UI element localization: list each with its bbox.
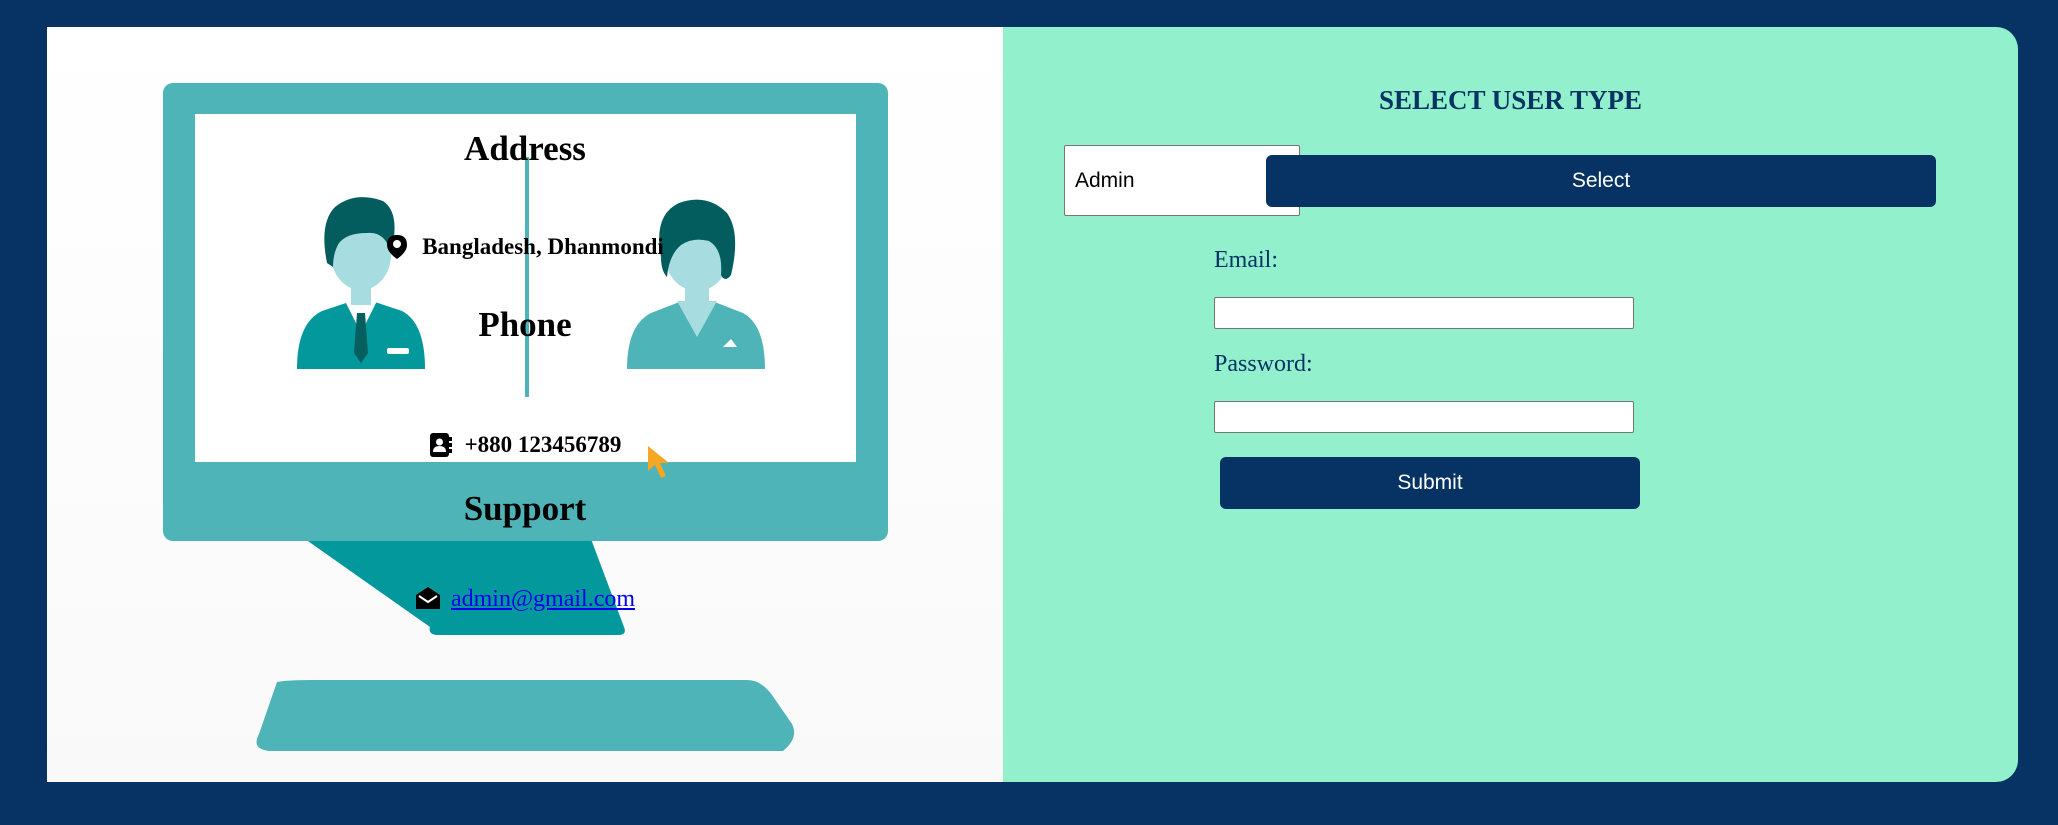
phone-text: +880 123456789 <box>464 432 622 457</box>
submit-button[interactable]: Submit <box>1220 457 1640 509</box>
support-line: admin@gmail.com <box>47 581 1003 617</box>
envelope-open-icon <box>415 586 441 612</box>
select-button[interactable]: Select <box>1266 155 1936 207</box>
address-book-icon <box>429 432 455 458</box>
phone-line: +880 123456789 <box>47 427 1003 463</box>
contact-panel: Address Bangladesh, Dhanmondi Phone +880… <box>47 27 1003 782</box>
man-with-tie-avatar <box>297 197 425 369</box>
screen-divider <box>525 157 529 397</box>
page-frame: Address Bangladesh, Dhanmondi Phone +880… <box>47 27 2018 782</box>
password-field[interactable] <box>1214 401 1634 433</box>
address-line: Bangladesh, Dhanmondi <box>47 229 1003 265</box>
support-email-link[interactable]: admin@gmail.com <box>451 586 635 613</box>
email-field[interactable] <box>1214 297 1634 329</box>
man-with-suit-avatar <box>627 199 765 369</box>
map-pin-icon <box>386 234 412 260</box>
address-heading: Address <box>464 129 586 168</box>
mouse-cursor-icon <box>648 446 669 478</box>
address-text: Bangladesh, Dhanmondi <box>422 234 664 259</box>
support-heading: Support <box>463 489 587 528</box>
form-title: SELECT USER TYPE <box>1378 85 1643 115</box>
phone-heading: Phone <box>478 305 572 344</box>
user-type-select[interactable]: Admin <box>1064 145 1300 216</box>
email-label: Email: <box>1214 247 1278 273</box>
password-label: Password: <box>1214 351 1313 377</box>
login-panel: SELECT USER TYPE Admin Select Email: Pas… <box>1003 27 2018 782</box>
monitor-base <box>256 680 795 751</box>
